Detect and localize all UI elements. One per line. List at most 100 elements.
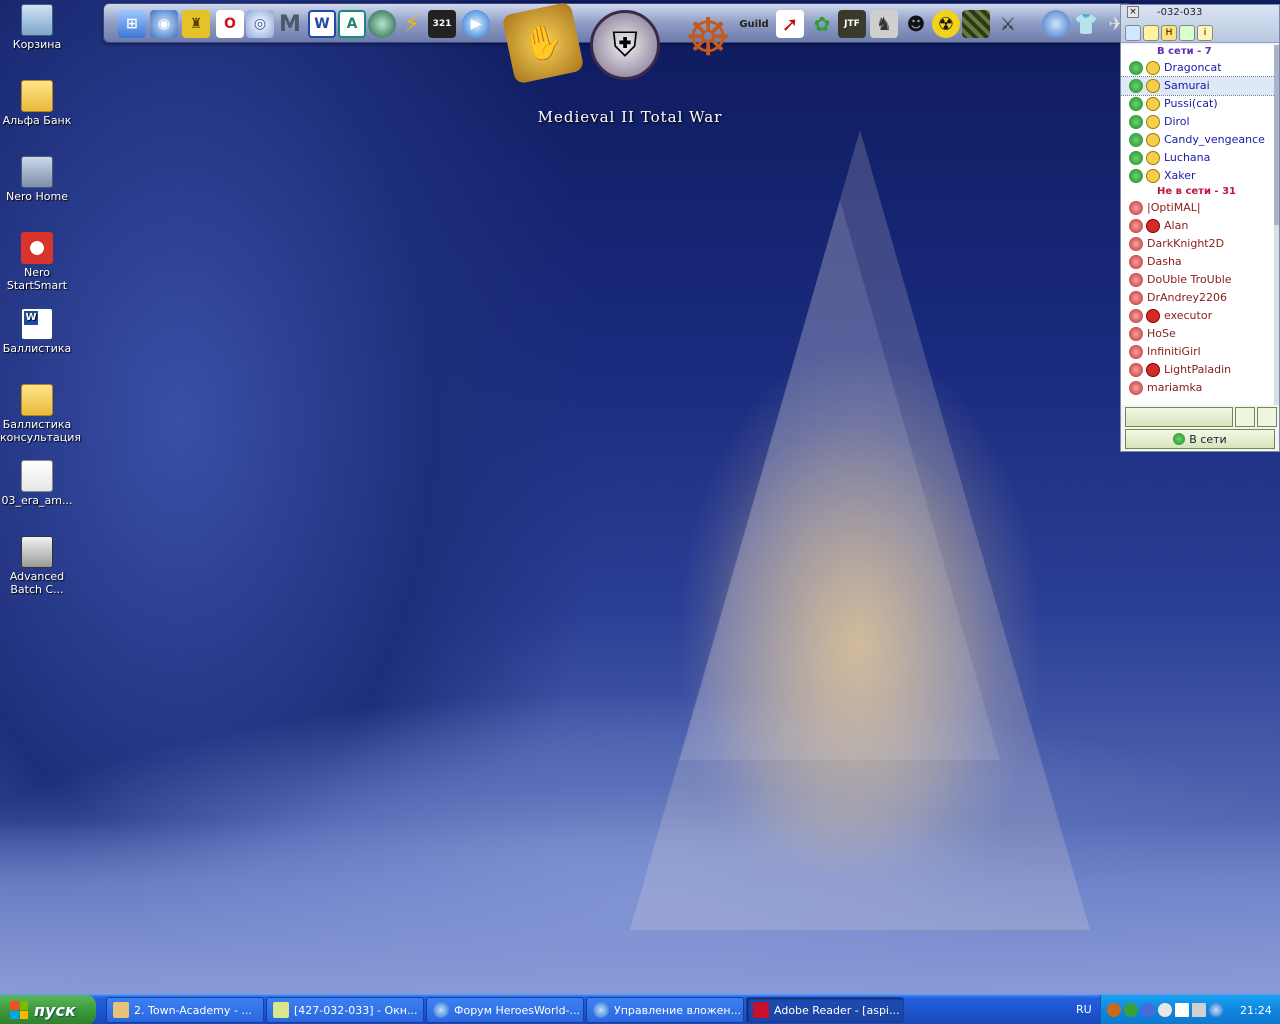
close-icon[interactable]: ×: [1127, 6, 1139, 18]
swords-icon[interactable]: ⚔: [994, 10, 1022, 38]
contact-row-online[interactable]: Samurai: [1121, 76, 1277, 96]
desktop-icon-recycle-bin[interactable]: Корзина: [0, 4, 74, 51]
add-contact-button[interactable]: [1125, 407, 1233, 427]
search-user-button[interactable]: [1235, 407, 1255, 427]
desktop-icon-alfa-bank[interactable]: Альфа Банк: [0, 80, 74, 127]
opera-icon[interactable]: O: [216, 10, 244, 38]
contact-row-online[interactable]: Dirol: [1121, 113, 1277, 131]
contact-row-offline[interactable]: HoSe: [1121, 325, 1277, 343]
offline-status-icon: [1129, 237, 1143, 251]
contact-row-online[interactable]: Candy_vengeance: [1121, 131, 1277, 149]
orb-icon[interactable]: [368, 10, 396, 38]
contact-name: Candy_vengeance: [1164, 133, 1265, 146]
contact-row-online[interactable]: Xaker: [1121, 167, 1277, 185]
clock[interactable]: 21:24: [1240, 1004, 1272, 1017]
puzzle-icon[interactable]: [1179, 25, 1195, 41]
arrow-icon[interactable]: ➚: [776, 10, 804, 38]
globe-icon[interactable]: ◉: [150, 10, 178, 38]
contact-row-offline[interactable]: DarkKnight2D: [1121, 235, 1277, 253]
task-button-attachments[interactable]: Управление вложен...: [586, 997, 744, 1023]
contact-actions-row: [1125, 407, 1277, 427]
contact-list-title: -032-033: [1157, 7, 1203, 18]
speaker-icon[interactable]: [1158, 1003, 1172, 1017]
warning-icon: [1146, 219, 1160, 233]
game-icon[interactable]: ♜: [182, 10, 210, 38]
contact-row-online[interactable]: Dragoncat: [1121, 59, 1277, 77]
horse-icon[interactable]: ♞: [870, 10, 898, 38]
desktop-icon-ballistika-konsultatsiya[interactable]: Баллистика консультация: [0, 384, 81, 444]
online-group-header[interactable]: В сети - 7: [1121, 45, 1277, 59]
desktop-icon-nero-startsmart[interactable]: Nero StartSmart: [0, 232, 74, 292]
network-tray-icon[interactable]: [1141, 1003, 1155, 1017]
plant-icon[interactable]: ✿: [808, 10, 836, 38]
online-status-icon: [1129, 169, 1143, 183]
info-icon[interactable]: i: [1197, 25, 1213, 41]
task-label: Adobe Reader - [aspi...: [774, 1003, 900, 1017]
task-button-chat-window[interactable]: [427-032-033] - Окн...: [266, 997, 424, 1023]
desktop-icon-label: 03_era_am...: [1, 494, 73, 507]
globe-tray-icon[interactable]: [1209, 1003, 1223, 1017]
contact-name: |OptiMAL|: [1147, 201, 1201, 214]
desktop-icon-ballistika[interactable]: Баллистика: [0, 308, 74, 355]
history-icon[interactable]: H: [1161, 25, 1177, 41]
language-indicator[interactable]: RU: [1076, 1003, 1092, 1016]
contact-row-online[interactable]: Pussi(cat): [1121, 95, 1277, 113]
desktop-icon-nero-home[interactable]: Nero Home: [0, 156, 74, 203]
mail-icon[interactable]: [1175, 1003, 1189, 1017]
contact-row-offline[interactable]: DoUble TroUble: [1121, 271, 1277, 289]
menu-button[interactable]: [1257, 407, 1277, 427]
desktop-icon-advanced-batch[interactable]: Advanced Batch C...: [0, 536, 74, 596]
heroes-icon[interactable]: ✋: [501, 1, 585, 85]
contact-row-offline[interactable]: Alan: [1121, 217, 1277, 235]
windows-icon[interactable]: ⊞: [118, 10, 146, 38]
ru-keyboard-icon[interactable]: [1192, 1003, 1206, 1017]
video-icon[interactable]: 321: [428, 10, 456, 38]
m-icon[interactable]: M: [276, 10, 304, 38]
ship-wheel-icon[interactable]: ☸: [676, 6, 740, 70]
contact-row-online[interactable]: Luchana: [1121, 149, 1277, 167]
contact-row-offline[interactable]: Dasha: [1121, 253, 1277, 271]
icq-flower-icon[interactable]: [1124, 1003, 1138, 1017]
word-icon[interactable]: W: [308, 10, 336, 38]
contact-row-offline[interactable]: DrAndrey2206: [1121, 289, 1277, 307]
task-button-adobe-reader[interactable]: Adobe Reader - [aspi...: [746, 997, 904, 1023]
warning-icon: [1146, 363, 1160, 377]
task-label: [427-032-033] - Окн...: [294, 1003, 418, 1017]
guild-icon[interactable]: Guild: [739, 10, 768, 38]
contact-row-offline[interactable]: |OptiMAL|: [1121, 199, 1277, 217]
contact-list-titlebar[interactable]: × -032-033 H i: [1121, 5, 1279, 43]
desktop-icon-label: Корзина: [12, 38, 62, 51]
tree-lights: [700, 420, 1000, 880]
desktop-icon-era-file[interactable]: 03_era_am...: [0, 460, 74, 507]
tray-arrow-icon[interactable]: [1107, 1003, 1121, 1017]
offline-group-header[interactable]: Не в сети - 31: [1121, 185, 1277, 199]
task-label: 2. Town-Academy - ...: [134, 1003, 252, 1017]
contact-list-scrollbar[interactable]: [1274, 45, 1279, 405]
contact-row-offline[interactable]: LightPaladin: [1121, 361, 1277, 379]
user-icon[interactable]: [1143, 25, 1159, 41]
a-icon[interactable]: A: [338, 10, 366, 38]
jtf-icon[interactable]: JTF: [838, 10, 866, 38]
contact-name: Dasha: [1147, 255, 1182, 268]
globe2-icon[interactable]: [1042, 10, 1070, 38]
mask-icon[interactable]: ☻: [902, 10, 930, 38]
contact-name: Dragoncat: [1164, 61, 1222, 74]
offline-status-icon: [1129, 363, 1143, 377]
extended-status-icon: [1146, 97, 1160, 111]
status-selector[interactable]: В сети: [1125, 429, 1275, 449]
flash-icon[interactable]: ⚡: [398, 10, 426, 38]
contact-row-offline[interactable]: executor: [1121, 307, 1277, 325]
media-player-icon[interactable]: ▶: [462, 10, 490, 38]
start-button[interactable]: пуск: [0, 995, 96, 1024]
settings-icon[interactable]: [1125, 25, 1141, 41]
radiation-icon[interactable]: ☢: [932, 10, 960, 38]
medieval-helmet-icon[interactable]: ⛨: [590, 10, 660, 80]
task-button-town-academy[interactable]: 2. Town-Academy - ...: [106, 997, 264, 1023]
task-button-heroesworld-forum[interactable]: Форум HeroesWorld-...: [426, 997, 584, 1023]
network-icon[interactable]: ◎: [246, 10, 274, 38]
tshirt-icon[interactable]: 👕: [1072, 10, 1100, 38]
contact-name: Dirol: [1164, 115, 1190, 128]
contact-row-offline[interactable]: InfinitiGirl: [1121, 343, 1277, 361]
camo-icon[interactable]: [962, 10, 990, 38]
contact-row-offline[interactable]: mariamka: [1121, 379, 1277, 397]
